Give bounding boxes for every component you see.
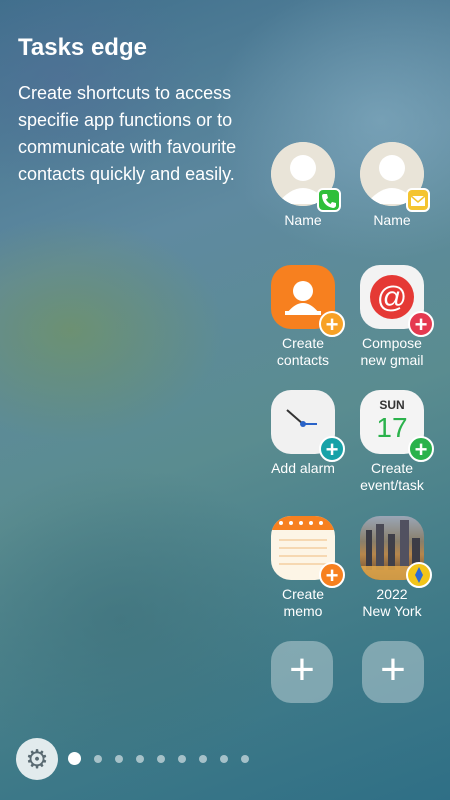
tile-label: Create memo [281,586,325,619]
tile-label: Add alarm [271,460,335,476]
gallery-flower-icon [406,562,432,588]
page-indicator [68,752,262,765]
add-shortcut-button[interactable]: + [271,641,333,703]
add-icon: + [319,311,345,337]
tile-label: Create contacts [276,335,330,368]
add-icon: + [319,562,345,588]
tile-label: Name [284,212,322,228]
add-icon: + [408,436,434,462]
add-icon: + [319,436,345,462]
tile-label: Name [373,212,411,228]
page-dot[interactable] [157,754,165,763]
create-event-shortcut[interactable]: SUN 17 + Create event/task [348,390,436,494]
svg-text:@: @ [377,281,407,314]
phone-icon [317,188,341,212]
page-dot[interactable] [115,754,123,763]
contact-shortcut-phone[interactable]: Name [259,142,347,229]
tile-label: 2022 New York [362,586,422,619]
add-alarm-shortcut[interactable]: + Add alarm [259,390,347,477]
contact-shortcut-email[interactable]: Name [348,142,436,229]
create-contacts-shortcut[interactable]: + Create contacts [259,265,347,369]
calendar-day: SUN [379,398,405,412]
page-dot[interactable] [68,752,81,765]
email-icon [406,188,430,212]
page-title: Tasks edge [18,34,147,61]
page-dot[interactable] [199,754,207,763]
page-dot[interactable] [94,754,102,763]
description-text: Create shortcuts to access specifie app … [18,83,237,184]
create-memo-shortcut[interactable]: + Create memo [259,516,347,620]
tile-label: Create event/task [360,460,424,493]
page-dot[interactable] [241,754,249,763]
gallery-album-shortcut[interactable]: 2022 New York [348,516,436,620]
compose-gmail-shortcut[interactable]: @ + Compose new gmail [348,265,436,369]
add-icon: + [408,311,434,337]
page-dot[interactable] [220,754,228,763]
settings-gear-icon[interactable]: ⚙ [16,738,58,780]
page-dot[interactable] [178,754,186,763]
add-shortcut-button[interactable]: + [362,641,424,703]
tile-label: Compose new gmail [360,335,424,368]
page-dot[interactable] [136,754,144,763]
